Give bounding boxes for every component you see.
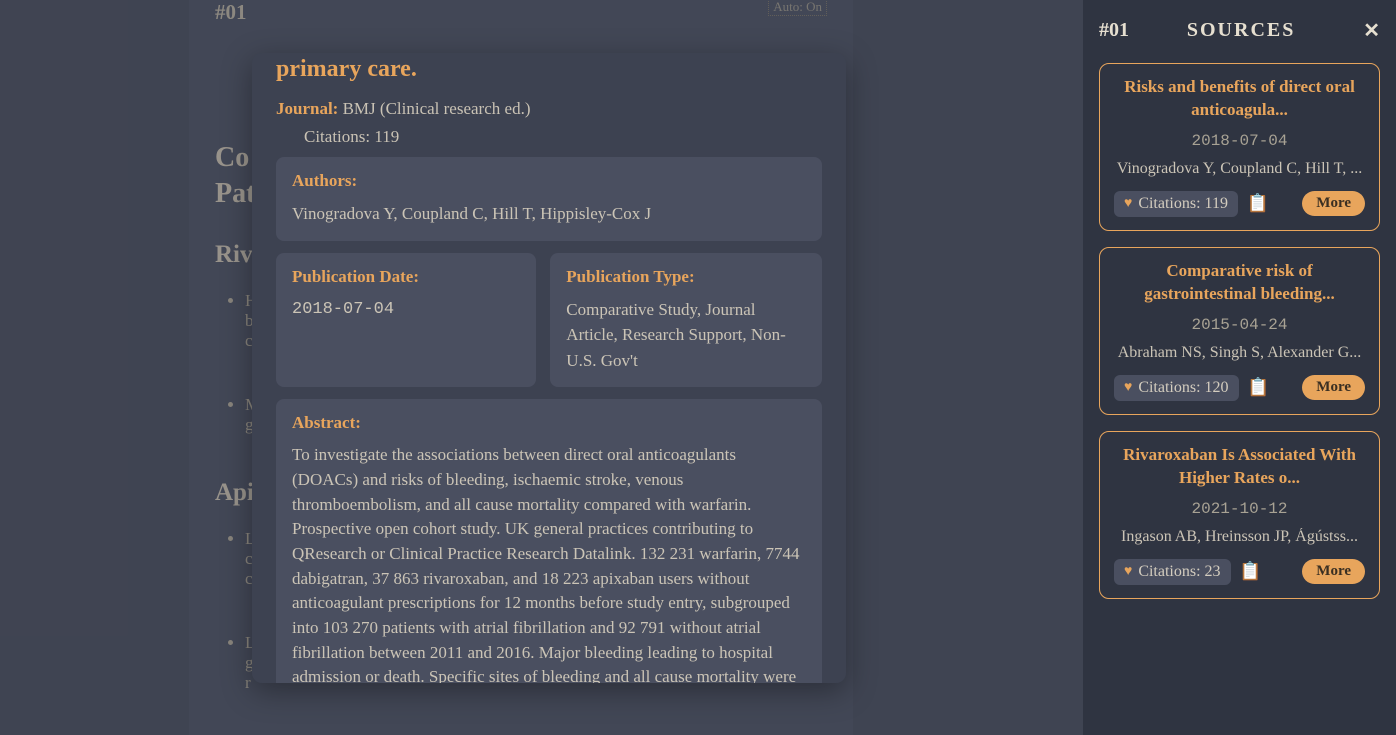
heart-icon: ♥ xyxy=(1124,380,1132,396)
source-title: Comparative risk of gastrointestinal ble… xyxy=(1114,260,1365,306)
abstract-pre: To investigate the associations between … xyxy=(292,445,799,683)
auto-badge[interactable]: Auto: On xyxy=(768,0,827,16)
source-title: Risks and benefits of direct oral antico… xyxy=(1114,76,1365,122)
source-date: 2015-04-24 xyxy=(1114,316,1365,334)
sidebar-number: #01 xyxy=(1099,19,1129,42)
journal-label: Journal: xyxy=(276,99,338,118)
source-card[interactable]: Comparative risk of gastrointestinal ble… xyxy=(1099,247,1380,415)
source-card[interactable]: Risks and benefits of direct oral antico… xyxy=(1099,63,1380,231)
pubtype-value: Comparative Study, Journal Article, Rese… xyxy=(566,297,806,374)
sidebar-title: SOURCES xyxy=(1187,19,1295,42)
clipboard-icon[interactable]: 📋 xyxy=(1246,190,1270,218)
more-button[interactable]: More xyxy=(1302,375,1365,400)
authors-value: Vinogradova Y, Coupland C, Hill T, Hippi… xyxy=(292,201,806,227)
abstract-body: To investigate the associations between … xyxy=(292,443,806,683)
authors-label: Authors: xyxy=(292,171,806,191)
close-icon[interactable]: ✕ xyxy=(1363,18,1380,43)
clipboard-icon[interactable]: 📋 xyxy=(1239,558,1263,586)
citations-pill: ♥ Citations: 23 xyxy=(1114,559,1231,585)
heart-icon: ♥ xyxy=(1124,196,1132,212)
sidebar-header: #01 SOURCES ✕ xyxy=(1099,18,1380,43)
source-title: Rivaroxaban Is Associated With Higher Ra… xyxy=(1114,444,1365,490)
citations-pill: ♥ Citations: 119 xyxy=(1114,191,1238,217)
source-authors: Abraham NS, Singh S, Alexander G... xyxy=(1114,344,1365,362)
pubdate-label: Publication Date: xyxy=(292,267,520,287)
citations-line: Citations: 119 xyxy=(304,127,822,147)
pubdate-panel: Publication Date: 2018-07-04 xyxy=(276,253,536,388)
source-authors: Ingason AB, Hreinsson JP, Ágústss... xyxy=(1114,528,1365,546)
journal-line: Journal: BMJ (Clinical research ed.) xyxy=(276,99,822,119)
clipboard-icon[interactable]: 📋 xyxy=(1247,374,1271,402)
abstract-panel: Abstract: To investigate the association… xyxy=(276,399,822,683)
authors-panel: Authors: Vinogradova Y, Coupland C, Hill… xyxy=(276,157,822,241)
source-authors: Vinogradova Y, Coupland C, Hill T, ... xyxy=(1114,160,1365,178)
source-date: 2021-10-12 xyxy=(1114,500,1365,518)
abstract-label: Abstract: xyxy=(292,413,806,433)
heart-icon: ♥ xyxy=(1124,564,1132,580)
pubtype-panel: Publication Type: Comparative Study, Jou… xyxy=(550,253,822,388)
more-button[interactable]: More xyxy=(1302,559,1365,584)
more-button[interactable]: More xyxy=(1302,191,1365,216)
modal-title: primary care. xyxy=(276,53,822,85)
source-date: 2018-07-04 xyxy=(1114,132,1365,150)
pubtype-label: Publication Type: xyxy=(566,267,806,287)
journal-value: BMJ (Clinical research ed.) xyxy=(338,99,530,118)
doc-number: #01 xyxy=(215,0,247,25)
source-detail-modal: primary care. Journal: BMJ (Clinical res… xyxy=(252,53,846,683)
sources-sidebar: #01 SOURCES ✕ Risks and benefits of dire… xyxy=(1083,0,1396,735)
citations-pill: ♥ Citations: 120 xyxy=(1114,375,1239,401)
source-card[interactable]: Rivaroxaban Is Associated With Higher Ra… xyxy=(1099,431,1380,599)
pubdate-value: 2018-07-04 xyxy=(292,297,520,323)
